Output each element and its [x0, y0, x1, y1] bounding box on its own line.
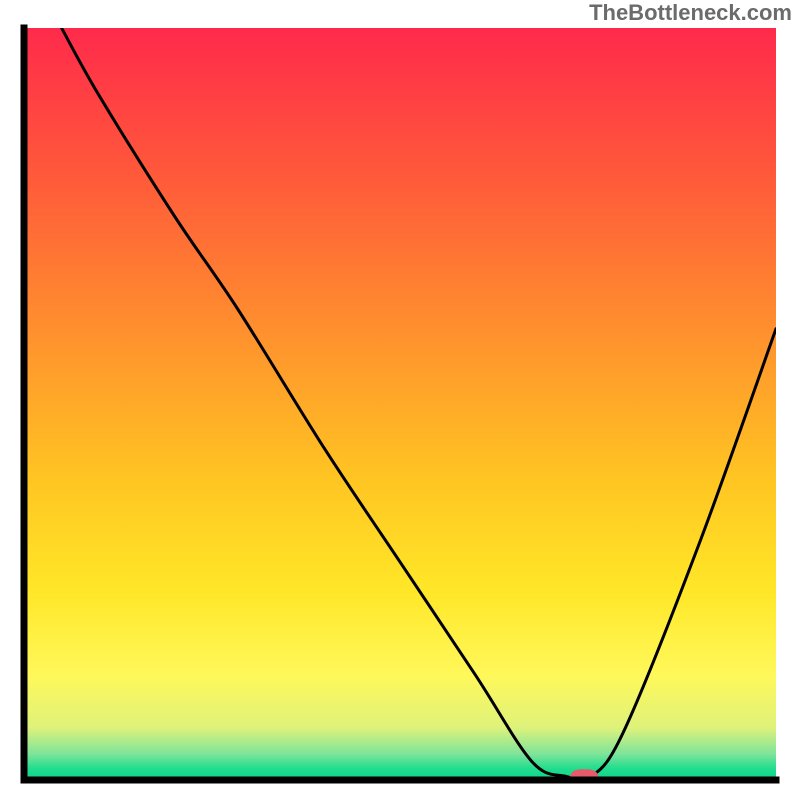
chart-container: TheBottleneck.com	[0, 0, 800, 800]
gradient-background	[24, 28, 776, 780]
bottleneck-chart	[0, 0, 800, 800]
watermark-text: TheBottleneck.com	[589, 0, 792, 26]
